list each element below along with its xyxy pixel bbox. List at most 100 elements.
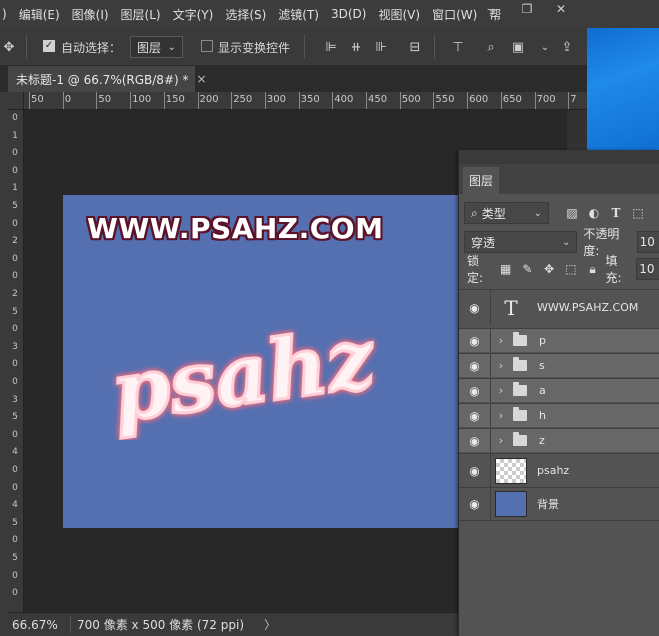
filter-kind-dropdown[interactable]: ⌕ 类型 ⌄ xyxy=(464,202,549,224)
status-menu-arrow[interactable]: 〉 xyxy=(264,616,276,633)
layer-thumbnail xyxy=(495,491,527,517)
auto-select-checkbox[interactable]: ✓ xyxy=(43,40,55,52)
layer-row[interactable]: ◉ › z xyxy=(459,428,659,452)
menu-item-window[interactable]: 窗口(W) xyxy=(426,6,483,23)
ruler-tick-label: 0 xyxy=(12,271,18,282)
filter-shape-icon[interactable]: ⬚ xyxy=(627,204,649,222)
lock-position-icon[interactable]: ✥ xyxy=(538,260,560,278)
ruler-horizontal[interactable]: 50 0 50 100 150 200 250 300 350 400 450 500 550 600 65… xyxy=(24,92,587,110)
filter-adjustment-icon[interactable]: ◐ xyxy=(583,204,605,222)
ruler-tick xyxy=(399,92,401,109)
layer-row[interactable]: ◉ T WWW.PSAHZ.COM xyxy=(459,289,659,325)
visibility-eye-icon[interactable]: ◉ xyxy=(459,454,491,487)
restore-button[interactable]: ❐ xyxy=(510,0,544,18)
minimize-button[interactable]: — xyxy=(476,0,510,18)
visibility-eye-icon[interactable]: ◉ xyxy=(459,404,491,427)
visibility-eye-icon[interactable]: ◉ xyxy=(459,290,491,325)
document-tab-title: 未标题-1 @ 66.7%(RGB/8#) * xyxy=(16,72,189,87)
menu-item-layer[interactable]: 图层(L) xyxy=(115,6,167,23)
document-tab[interactable]: 未标题-1 @ 66.7%(RGB/8#) * × xyxy=(8,66,207,92)
visibility-eye-icon[interactable]: ◉ xyxy=(459,488,491,520)
visibility-eye-icon[interactable]: ◉ xyxy=(459,354,491,377)
ruler-tick-label: 0 xyxy=(12,588,18,599)
toolbar-edge xyxy=(0,66,8,636)
ruler-tick-label: 1 xyxy=(12,183,18,194)
menu-item-file-partial[interactable]: ) xyxy=(0,7,13,21)
workspace-icon[interactable]: ▣ xyxy=(509,38,527,56)
ruler-tick xyxy=(231,92,233,109)
align-hcenter-icon[interactable]: ⧺ xyxy=(347,38,365,56)
close-tab-icon[interactable]: × xyxy=(197,72,207,86)
close-window-button[interactable]: ✕ xyxy=(544,0,578,18)
layer-row[interactable]: ◉ psahz xyxy=(459,453,659,487)
ruler-tick-label: 0 xyxy=(12,429,18,440)
document-canvas[interactable]: WWW.PSAHZ.COM psahz xyxy=(63,195,460,528)
ruler-tick xyxy=(467,92,469,109)
expand-chevron-icon[interactable]: › xyxy=(495,359,507,372)
layer-name: a xyxy=(539,384,546,397)
headline-text: WWW.PSAHZ.COM xyxy=(87,212,384,245)
zoom-level[interactable]: 66.67% xyxy=(8,618,68,632)
menu-item-filter[interactable]: 滤镜(T) xyxy=(272,6,325,23)
panel-header[interactable] xyxy=(459,150,659,164)
folder-icon xyxy=(513,382,527,396)
ruler-tick xyxy=(264,92,266,109)
ruler-vertical[interactable]: 0 1 0 0 1 5 0 2 0 0 2 5 0 3 0 0 3 5 0 4 0 0 4 5 0 5 0 0 xyxy=(8,110,24,612)
menu-item-edit[interactable]: 编辑(E) xyxy=(13,6,66,23)
lock-all-icon[interactable]: 🔒︎ xyxy=(582,260,604,278)
layer-name: h xyxy=(539,409,546,422)
visibility-eye-icon[interactable]: ◉ xyxy=(459,429,491,452)
ruler-tick-label: 2 xyxy=(12,236,18,247)
lock-pixels-icon[interactable]: ✎ xyxy=(516,260,538,278)
blend-mode-value: 穿透 xyxy=(471,235,496,250)
folder-icon xyxy=(513,432,527,446)
filter-pixel-icon[interactable]: ▨ xyxy=(561,204,583,222)
visibility-eye-icon[interactable]: ◉ xyxy=(459,379,491,402)
workspace-chevron-icon[interactable]: ⌄ xyxy=(536,38,554,56)
ruler-tick xyxy=(197,92,199,109)
menu-item-3d[interactable]: 3D(D) xyxy=(325,7,372,21)
menu-item-view[interactable]: 视图(V) xyxy=(372,6,426,23)
ruler-tick xyxy=(298,92,300,109)
layer-row[interactable]: ◉ › s xyxy=(459,353,659,377)
distribute-icon[interactable]: ⊟ xyxy=(406,38,424,56)
opacity-input[interactable]: 10 xyxy=(636,231,659,253)
ruler-tick-label: 5 xyxy=(12,553,18,563)
layer-row[interactable]: ◉ 背景 xyxy=(459,487,659,521)
ruler-tick-label: 0 xyxy=(12,377,18,387)
layer-row[interactable]: ◉ › a xyxy=(459,378,659,402)
show-transform-checkbox[interactable] xyxy=(201,40,213,52)
ruler-tick-label: 450 xyxy=(368,94,388,105)
layer-row[interactable]: ◉ › p xyxy=(459,328,659,352)
align-left-icon[interactable]: ⊫ xyxy=(322,38,340,56)
menu-item-select[interactable]: 选择(S) xyxy=(219,6,272,23)
lock-transparent-icon[interactable]: ▦ xyxy=(495,260,517,278)
menu-item-type[interactable]: 文字(Y) xyxy=(167,6,220,23)
align-top-icon[interactable]: ⊤ xyxy=(449,38,467,56)
tab-layers[interactable]: 图层 xyxy=(463,167,499,194)
options-divider xyxy=(434,35,435,59)
ruler-tick xyxy=(366,92,367,109)
expand-chevron-icon[interactable]: › xyxy=(495,384,507,397)
expand-chevron-icon[interactable]: › xyxy=(495,409,507,422)
folder-icon xyxy=(513,357,527,371)
search-icon[interactable]: ⌕ xyxy=(482,38,500,56)
visibility-eye-icon[interactable]: ◉ xyxy=(459,329,491,352)
document-tab-bar: 未标题-1 @ 66.7%(RGB/8#) * × xyxy=(0,66,587,92)
menu-item-image[interactable]: 图像(I) xyxy=(66,6,115,23)
auto-select-dropdown[interactable]: 图层 ⌄ xyxy=(130,36,183,58)
share-icon[interactable]: ⇪ xyxy=(558,38,576,56)
lock-artboard-icon[interactable]: ⬚ xyxy=(560,260,582,278)
align-right-icon[interactable]: ⊪ xyxy=(372,38,390,56)
ruler-tick xyxy=(433,92,435,109)
layer-row[interactable]: ◉ › h xyxy=(459,403,659,427)
blend-mode-dropdown[interactable]: 穿透 ⌄ xyxy=(464,231,578,253)
expand-chevron-icon[interactable]: › xyxy=(495,334,507,347)
layer-name: 背景 xyxy=(537,498,559,511)
ruler-tick-label: 0 xyxy=(12,324,18,335)
fill-input[interactable]: 10 xyxy=(636,258,659,280)
expand-chevron-icon[interactable]: › xyxy=(495,434,507,447)
move-tool-icon[interactable]: ✥ xyxy=(0,38,18,56)
filter-type-icon[interactable]: T xyxy=(605,204,627,222)
layers-panel: 图层 ⌕ 类型 ⌄ ▨ ◐ T ⬚ 穿透 ⌄ 不透明度: 10 锁定: ▦ ✎ … xyxy=(458,150,659,636)
